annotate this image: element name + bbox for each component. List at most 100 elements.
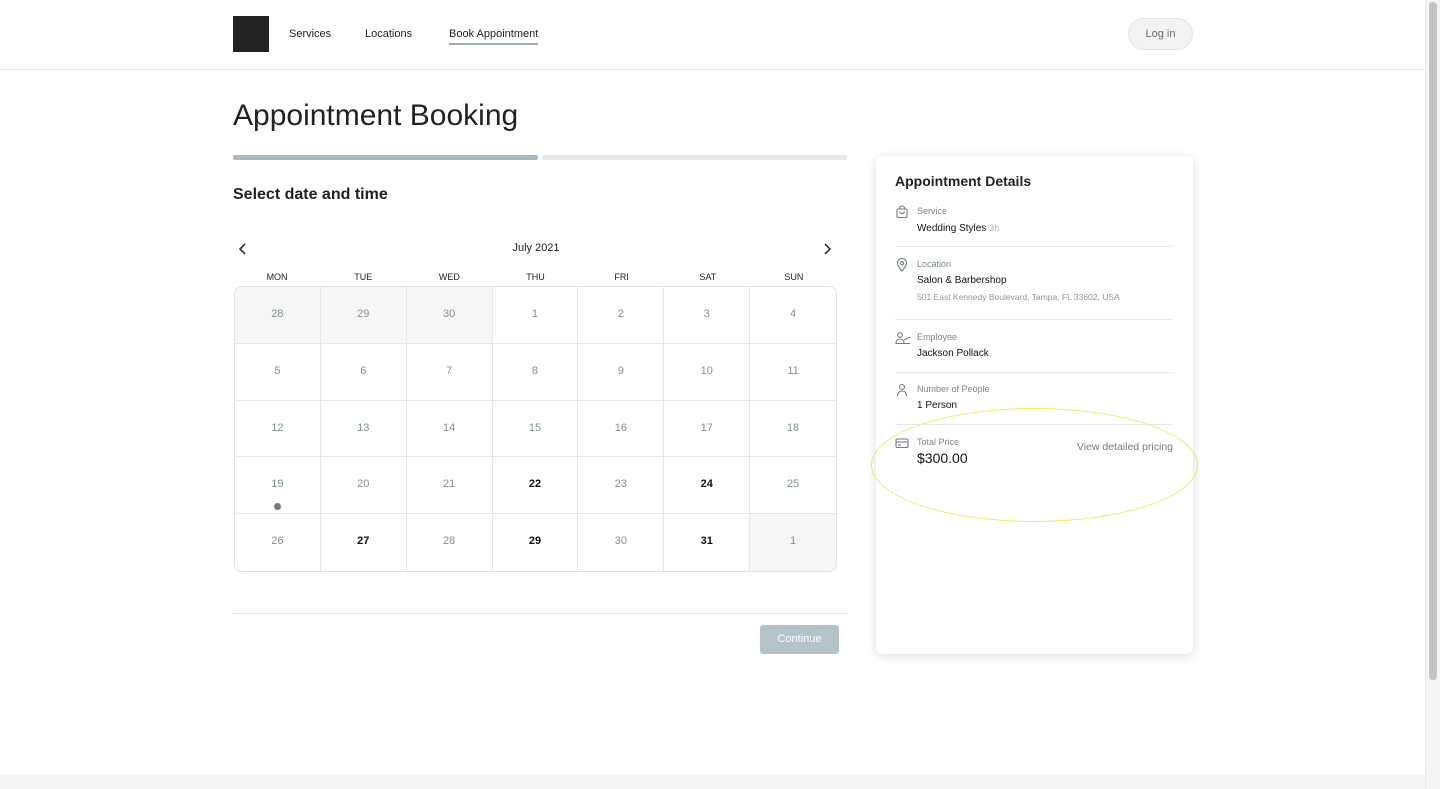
progress-step-1 — [233, 155, 538, 160]
calendar-day-number: 12 — [271, 421, 284, 434]
price-value: $300.00 — [917, 450, 968, 466]
calendar-day[interactable]: 12 — [235, 400, 321, 458]
location-value: Salon & Barbershop — [917, 275, 1007, 286]
divider — [895, 319, 1173, 320]
calendar-day-number: 30 — [614, 535, 627, 548]
calendar-day[interactable]: 9 — [578, 343, 665, 401]
calendar-day-number: 20 — [357, 478, 370, 491]
calendar-day-number: 1 — [790, 535, 797, 548]
view-detailed-pricing-link[interactable]: View detailed pricing — [1077, 441, 1173, 453]
calendar-day-number: 18 — [786, 421, 800, 434]
chevron-right-icon[interactable] — [818, 240, 836, 258]
calendar-day-number: 19 — [271, 478, 284, 491]
page: Services Locations Book Appointment Log … — [0, 0, 1440, 789]
calendar-day[interactable]: 3 — [664, 287, 751, 344]
weekday-label: FRI — [614, 272, 629, 282]
people-row: Number of People 1 Person — [895, 383, 1173, 423]
service-value: Wedding Styles 3h — [917, 222, 999, 235]
service-label: Service — [917, 206, 948, 216]
calendar-grid: 28 29 30 1 2 3 4 5 6 7 8 9 10 11 12 13 14 15 16 17 18 19 20 21 2… — [234, 286, 837, 572]
calendar-day[interactable]: 13 — [320, 400, 407, 458]
calendar-day-number: 31 — [700, 535, 713, 548]
calendar-day[interactable]: 4 — [750, 287, 836, 344]
calendar-day[interactable]: 8 — [492, 343, 579, 401]
calendar-day[interactable]: 20 — [320, 457, 407, 515]
calendar-day[interactable]: 11 — [750, 344, 836, 401]
footer — [0, 774, 1425, 789]
service-name: Wedding Styles — [917, 223, 987, 234]
calendar-day-number: 9 — [617, 364, 624, 377]
credit-card-icon — [895, 436, 909, 450]
calendar-day[interactable]: 16 — [578, 400, 665, 458]
calendar-day[interactable]: 28 — [235, 287, 321, 344]
bag-icon — [895, 205, 909, 219]
chevron-left-icon[interactable] — [234, 240, 252, 258]
weekday-label: TUE — [354, 272, 373, 282]
calendar-weekdays: MON TUE WED THU FRI SAT SUN — [234, 271, 837, 283]
calendar-day[interactable]: 30 — [578, 514, 665, 571]
calendar-day-number: 26 — [271, 535, 284, 548]
calendar-day[interactable]: 2 — [578, 287, 665, 344]
calendar-day[interactable]: 1 — [750, 514, 836, 571]
calendar-day[interactable]: 27 — [321, 514, 407, 571]
calendar-day-number: 8 — [531, 364, 539, 377]
continue-button[interactable]: Continue — [760, 625, 839, 654]
location-row: Location Salon & Barbershop 501 East Ken… — [895, 257, 1173, 310]
calendar-day[interactable]: 18 — [750, 401, 836, 458]
page-title: Appointment Booking — [233, 99, 519, 132]
weekday-label: MON — [266, 272, 288, 282]
calendar-day-number: 3 — [703, 308, 710, 320]
weekday-label: SUN — [784, 272, 804, 282]
calendar-day[interactable]: 14 — [406, 400, 493, 458]
calendar-day[interactable]: 24 — [664, 457, 751, 515]
calendar-day[interactable]: 25 — [750, 457, 836, 515]
logo[interactable] — [233, 16, 269, 52]
calendar-day-number: 7 — [446, 364, 453, 377]
calendar-day[interactable]: 28 — [407, 514, 493, 571]
calendar-day[interactable]: 22 — [492, 457, 579, 515]
divider — [895, 372, 1173, 373]
map-pin-icon — [895, 257, 909, 272]
login-button[interactable]: Log in — [1128, 18, 1193, 50]
employee-label: Employee — [917, 332, 958, 342]
section-title: Select date and time — [233, 186, 388, 203]
calendar-day[interactable]: 17 — [664, 400, 751, 458]
calendar-day-number: 16 — [614, 421, 627, 434]
calendar-day[interactable]: 7 — [406, 343, 493, 401]
divider — [895, 424, 1173, 425]
calendar-day-number: 28 — [443, 535, 456, 548]
calendar-day[interactable]: 10 — [664, 343, 751, 401]
calendar-day[interactable]: 15 — [492, 400, 579, 458]
calendar-day-number: 29 — [357, 308, 370, 320]
calendar-day-number: 1 — [531, 308, 539, 320]
calendar-month-label: July 2021 — [512, 242, 560, 254]
calendar-day-number: 11 — [787, 364, 799, 377]
site-header: Services Locations Book Appointment Log … — [0, 0, 1425, 70]
person-icon — [895, 383, 909, 397]
calendar-day[interactable]: 23 — [578, 457, 665, 515]
calendar-day-number: 28 — [271, 308, 284, 320]
calendar-day[interactable]: 29 — [320, 287, 407, 344]
calendar-day-number: 4 — [790, 308, 797, 320]
calendar-day[interactable]: 21 — [406, 457, 493, 515]
calendar-day-number: 17 — [700, 421, 713, 434]
scrollbar-thumb[interactable] — [1429, 2, 1437, 680]
card-title: Appointment Details — [895, 173, 1032, 189]
calendar-day[interactable]: 31 — [664, 514, 751, 571]
nav-services[interactable]: Services — [289, 27, 331, 41]
calendar-day[interactable]: 1 — [492, 287, 579, 344]
calendar-day[interactable]: 5 — [235, 343, 321, 401]
location-label: Location — [917, 259, 952, 269]
nav-book-appointment[interactable]: Book Appointment — [449, 27, 539, 45]
weekday-label: SAT — [699, 272, 717, 282]
calendar-day[interactable]: 6 — [320, 343, 407, 401]
calendar-day-number: 5 — [274, 364, 281, 377]
today-indicator — [273, 503, 281, 511]
nav-locations[interactable]: Locations — [365, 27, 412, 41]
calendar-day[interactable]: 30 — [406, 287, 493, 344]
calendar-day[interactable]: 26 — [235, 514, 321, 571]
calendar-day[interactable]: 29 — [493, 514, 579, 571]
calendar-day[interactable]: 19 — [235, 457, 321, 515]
calendar-day-number: 23 — [614, 478, 627, 491]
weekday-label: THU — [526, 272, 545, 282]
